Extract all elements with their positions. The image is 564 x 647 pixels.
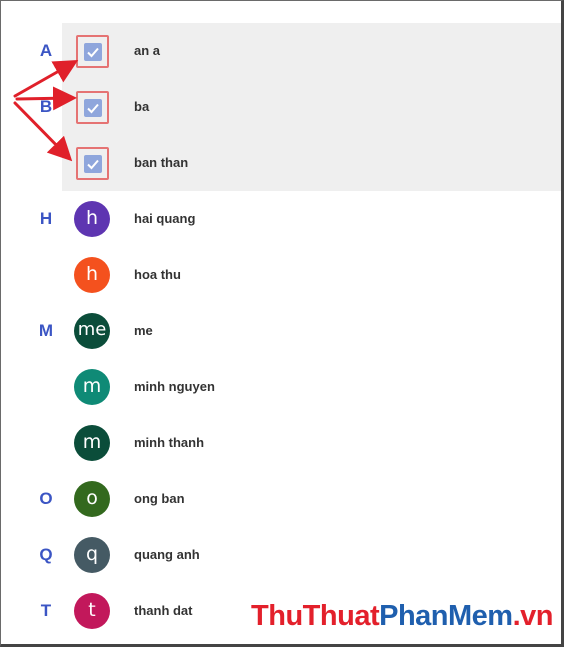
avatar[interactable]: m: [74, 369, 110, 405]
avatar[interactable]: h: [74, 201, 110, 237]
check-icon: [87, 47, 99, 58]
watermark-part-3: .vn: [512, 600, 554, 632]
contact-name: hoa thu: [134, 267, 181, 282]
contact-row-me[interactable]: M me me: [1, 303, 561, 359]
contact-name: ban than: [134, 155, 189, 170]
contact-row-ong-ban[interactable]: O o ong ban: [1, 471, 561, 527]
contact-name: minh nguyen: [134, 379, 215, 394]
checkbox[interactable]: [84, 155, 102, 173]
section-letter: M: [38, 321, 54, 340]
contact-row-an-a[interactable]: A an a: [40, 23, 561, 79]
contact-row-ba[interactable]: B ba: [40, 79, 561, 135]
watermark-part-1: ThuThuat: [251, 600, 380, 632]
contact-row-quang-anh[interactable]: Q q quang anh: [1, 527, 561, 583]
checkbox[interactable]: [84, 99, 102, 117]
contact-name: me: [134, 323, 153, 338]
check-icon: [87, 103, 99, 114]
contact-row-hoa-thu[interactable]: h hoa thu: [1, 247, 561, 303]
section-letter: B: [39, 97, 53, 116]
contact-name: quang anh: [134, 547, 200, 562]
section-letter: [31, 247, 61, 303]
check-icon: [87, 159, 99, 170]
section-letter: O: [39, 489, 53, 508]
avatar[interactable]: h: [74, 257, 110, 293]
section-letter: Q: [39, 545, 53, 564]
section-letter: [31, 415, 61, 471]
contact-name: ong ban: [134, 491, 185, 506]
section-letter: A: [39, 41, 53, 60]
contact-name: ba: [134, 99, 150, 114]
avatar[interactable]: me: [74, 313, 110, 349]
contact-row-ban-than[interactable]: ban than: [62, 135, 561, 191]
selection-highlight: [76, 35, 109, 68]
avatar[interactable]: o: [74, 481, 110, 517]
checkbox[interactable]: [84, 43, 102, 61]
contact-name: hai quang: [134, 211, 196, 226]
section-letter: [31, 359, 61, 415]
avatar[interactable]: q: [74, 537, 110, 573]
contact-name: thanh dat: [134, 603, 193, 618]
contact-name: an a: [134, 43, 161, 58]
selection-highlight: [76, 91, 109, 124]
contact-name: minh thanh: [134, 435, 205, 450]
selection-highlight: [76, 147, 109, 180]
watermark-part-2: PhanMem: [379, 600, 513, 632]
contact-row-minh-nguyen[interactable]: m minh nguyen: [1, 359, 561, 415]
watermark: ThuThuatPhanMem.vn: [251, 598, 553, 634]
avatar[interactable]: t: [74, 593, 110, 629]
section-letter: H: [39, 209, 53, 228]
contact-row-hai-quang[interactable]: H h hai quang: [1, 191, 561, 247]
section-letter: T: [40, 601, 52, 620]
contacts-window: A an a B ba ban than H h hai quang h hoa…: [0, 0, 564, 647]
avatar[interactable]: m: [74, 425, 110, 461]
contact-row-minh-thanh[interactable]: m minh thanh: [1, 415, 561, 471]
section-letter: [31, 135, 61, 191]
